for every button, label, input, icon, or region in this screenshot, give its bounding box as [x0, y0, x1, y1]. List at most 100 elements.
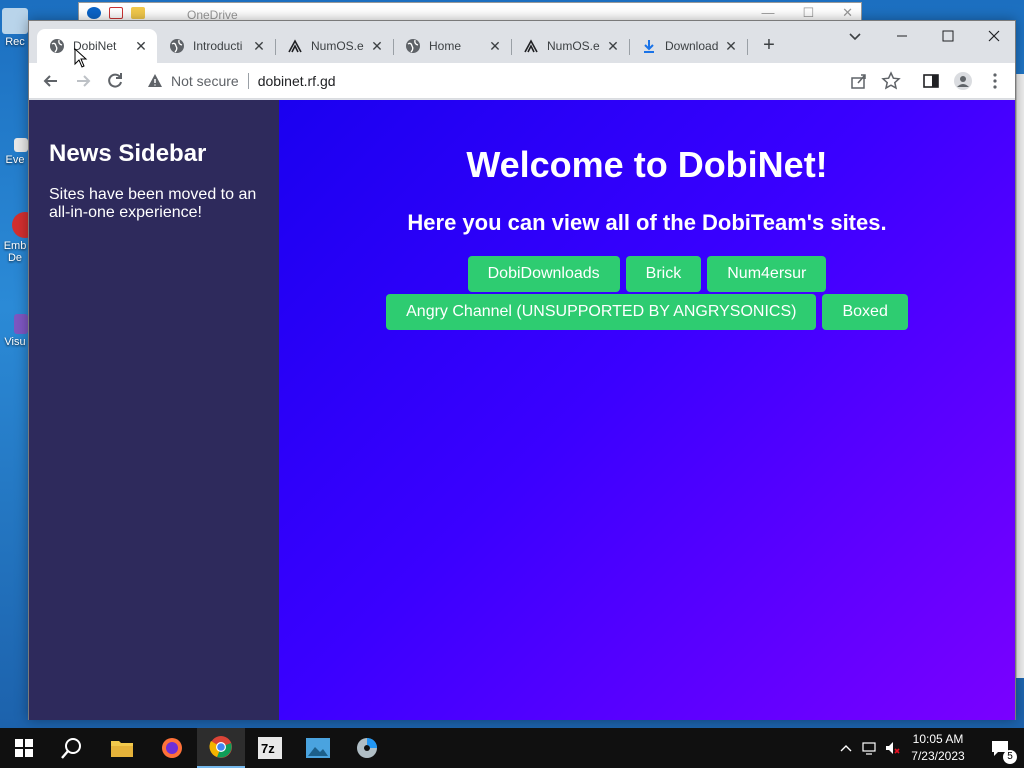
download-icon: [644, 40, 654, 53]
disc-icon: [357, 738, 377, 758]
new-tab-button[interactable]: +: [759, 35, 779, 55]
desktop-icon-everything[interactable]: Eve: [0, 138, 30, 166]
search-icon: [61, 738, 81, 759]
firefox-button[interactable]: [148, 728, 196, 768]
chrome-button[interactable]: [197, 728, 245, 768]
tab-title: NumOS.e: [547, 39, 600, 53]
close-tab-icon[interactable]: ✕: [723, 38, 739, 54]
sidebar-title: News Sidebar: [49, 140, 207, 167]
bookmark-star-icon[interactable]: [881, 71, 901, 91]
clock-time: 10:05 AM: [912, 732, 964, 746]
globe-icon: [50, 39, 64, 53]
globe-icon: [406, 39, 420, 53]
desktop-icon-label: Rec: [5, 36, 25, 48]
close-icon[interactable]: ✕: [842, 5, 853, 21]
tab-title: Home: [429, 39, 462, 53]
minimize-icon[interactable]: —: [761, 5, 774, 21]
chevron-up-icon[interactable]: [838, 740, 854, 756]
notification-badge: 5: [1003, 750, 1017, 764]
boxed-button[interactable]: Boxed: [822, 294, 908, 330]
tab-home[interactable]: Home ✕: [393, 29, 511, 63]
7zip-button[interactable]: 7z: [246, 728, 294, 768]
properties-icon: [109, 7, 123, 19]
tab-introduction[interactable]: Introducti ✕: [157, 29, 275, 63]
tab-numos-2[interactable]: NumOS.e ✕: [511, 29, 629, 63]
media-player-button[interactable]: [343, 728, 391, 768]
tab-search-icon[interactable]: [847, 29, 863, 45]
menu-icon[interactable]: [985, 71, 1005, 91]
7zip-icon: 7z: [258, 737, 282, 759]
warning-icon[interactable]: [147, 73, 163, 89]
close-tab-icon[interactable]: ✕: [133, 38, 149, 54]
clock-date: 7/23/2023: [911, 749, 965, 763]
site-buttons-row-2: Angry Channel (UNSUPPORTED BY ANGRYSONIC…: [279, 294, 1015, 330]
address-separator: [247, 73, 249, 89]
numos-icon: [288, 39, 302, 53]
system-clock[interactable]: 10:05 AM 7/23/2023: [900, 731, 976, 765]
num4ersur-button[interactable]: Num4ersur: [707, 256, 827, 292]
recycle-bin-icon: [2, 8, 28, 34]
close-tab-icon[interactable]: ✕: [487, 38, 503, 54]
desktop-icon-embarcadero[interactable]: Emb De: [0, 212, 30, 264]
url-text[interactable]: dobinet.rf.gd: [258, 73, 336, 89]
tab-title: NumOS.e: [311, 39, 364, 53]
dobidownloads-button[interactable]: DobiDownloads: [467, 256, 620, 292]
minimize-icon: [897, 35, 907, 37]
action-center-button[interactable]: 5: [976, 728, 1024, 768]
volume-muted-icon[interactable]: [884, 740, 900, 756]
desktop-icon-label: Eve: [5, 154, 25, 166]
main-content: Welcome to DobiNet! Here you can view al…: [279, 100, 1015, 720]
site-buttons-row-1: DobiDownloads Brick Num4ersur: [279, 256, 1015, 292]
tab-numos-1[interactable]: NumOS.e ✕: [275, 29, 393, 63]
taskbar: 7z 10:05 AM 7/23/2023 5: [0, 728, 1024, 768]
back-icon[interactable]: [41, 71, 61, 91]
tab-title: Download: [665, 39, 719, 53]
sidebar-text: Sites have been moved to an all-in-one e…: [49, 186, 257, 221]
close-tab-icon[interactable]: ✕: [369, 38, 385, 54]
close-window-button[interactable]: [971, 21, 1017, 51]
maximize-icon[interactable]: ☐: [802, 5, 814, 21]
folder-icon: [111, 741, 133, 757]
profile-icon[interactable]: [953, 71, 973, 91]
firefox-icon: [162, 738, 182, 758]
brick-button[interactable]: Brick: [625, 256, 702, 292]
close-tab-icon[interactable]: ✕: [605, 38, 621, 54]
file-explorer-button[interactable]: [98, 728, 146, 768]
browser-window[interactable]: DobiNet ✕ Introducti ✕ NumOS.e ✕ Home ✕ …: [28, 20, 1016, 720]
background-window-icons: [87, 7, 145, 19]
forward-icon[interactable]: [73, 71, 93, 91]
share-icon[interactable]: [849, 71, 869, 91]
reload-icon[interactable]: [105, 71, 125, 91]
page-subtitle: Here you can view all of the DobiTeam's …: [407, 210, 887, 235]
background-window-edge: [1016, 74, 1024, 678]
browser-toolbar: Not secure dobinet.rf.gd: [29, 63, 1015, 99]
photos-button[interactable]: [294, 728, 342, 768]
minimize-button[interactable]: [879, 21, 925, 51]
close-icon: [988, 30, 1000, 42]
tab-download[interactable]: Download ✕: [629, 29, 747, 63]
tab-separator: [747, 39, 748, 55]
news-sidebar: News Sidebar Sites have been moved to an…: [29, 100, 279, 720]
visual-studio-icon: [14, 314, 28, 334]
photos-icon: [306, 738, 330, 758]
maximize-button[interactable]: [925, 21, 971, 51]
network-icon[interactable]: [862, 740, 878, 756]
search-button[interactable]: [48, 728, 96, 768]
everything-icon: [14, 138, 28, 152]
desktop-icon-visual-studio[interactable]: Visu: [0, 314, 30, 348]
desktop-icon-recycle-bin[interactable]: Rec: [0, 8, 30, 48]
side-panel-icon[interactable]: [921, 71, 941, 91]
page-viewport: News Sidebar Sites have been moved to an…: [29, 100, 1015, 720]
tab-strip: DobiNet ✕ Introducti ✕ NumOS.e ✕ Home ✕ …: [29, 21, 1015, 63]
close-tab-icon[interactable]: ✕: [251, 38, 267, 54]
tab-title: Introducti: [193, 39, 243, 53]
maximize-icon: [942, 30, 954, 42]
address-bar[interactable]: Not secure dobinet.rf.gd: [139, 67, 899, 95]
page-title: Welcome to DobiNet!: [466, 144, 828, 185]
chrome-icon: [209, 736, 232, 758]
security-label[interactable]: Not secure: [171, 73, 239, 89]
angry-channel-button[interactable]: Angry Channel (UNSUPPORTED BY ANGRYSONIC…: [386, 294, 817, 330]
start-button[interactable]: [0, 728, 48, 768]
folder-icon: [131, 7, 145, 19]
tab-dobinet[interactable]: DobiNet ✕: [37, 29, 157, 63]
